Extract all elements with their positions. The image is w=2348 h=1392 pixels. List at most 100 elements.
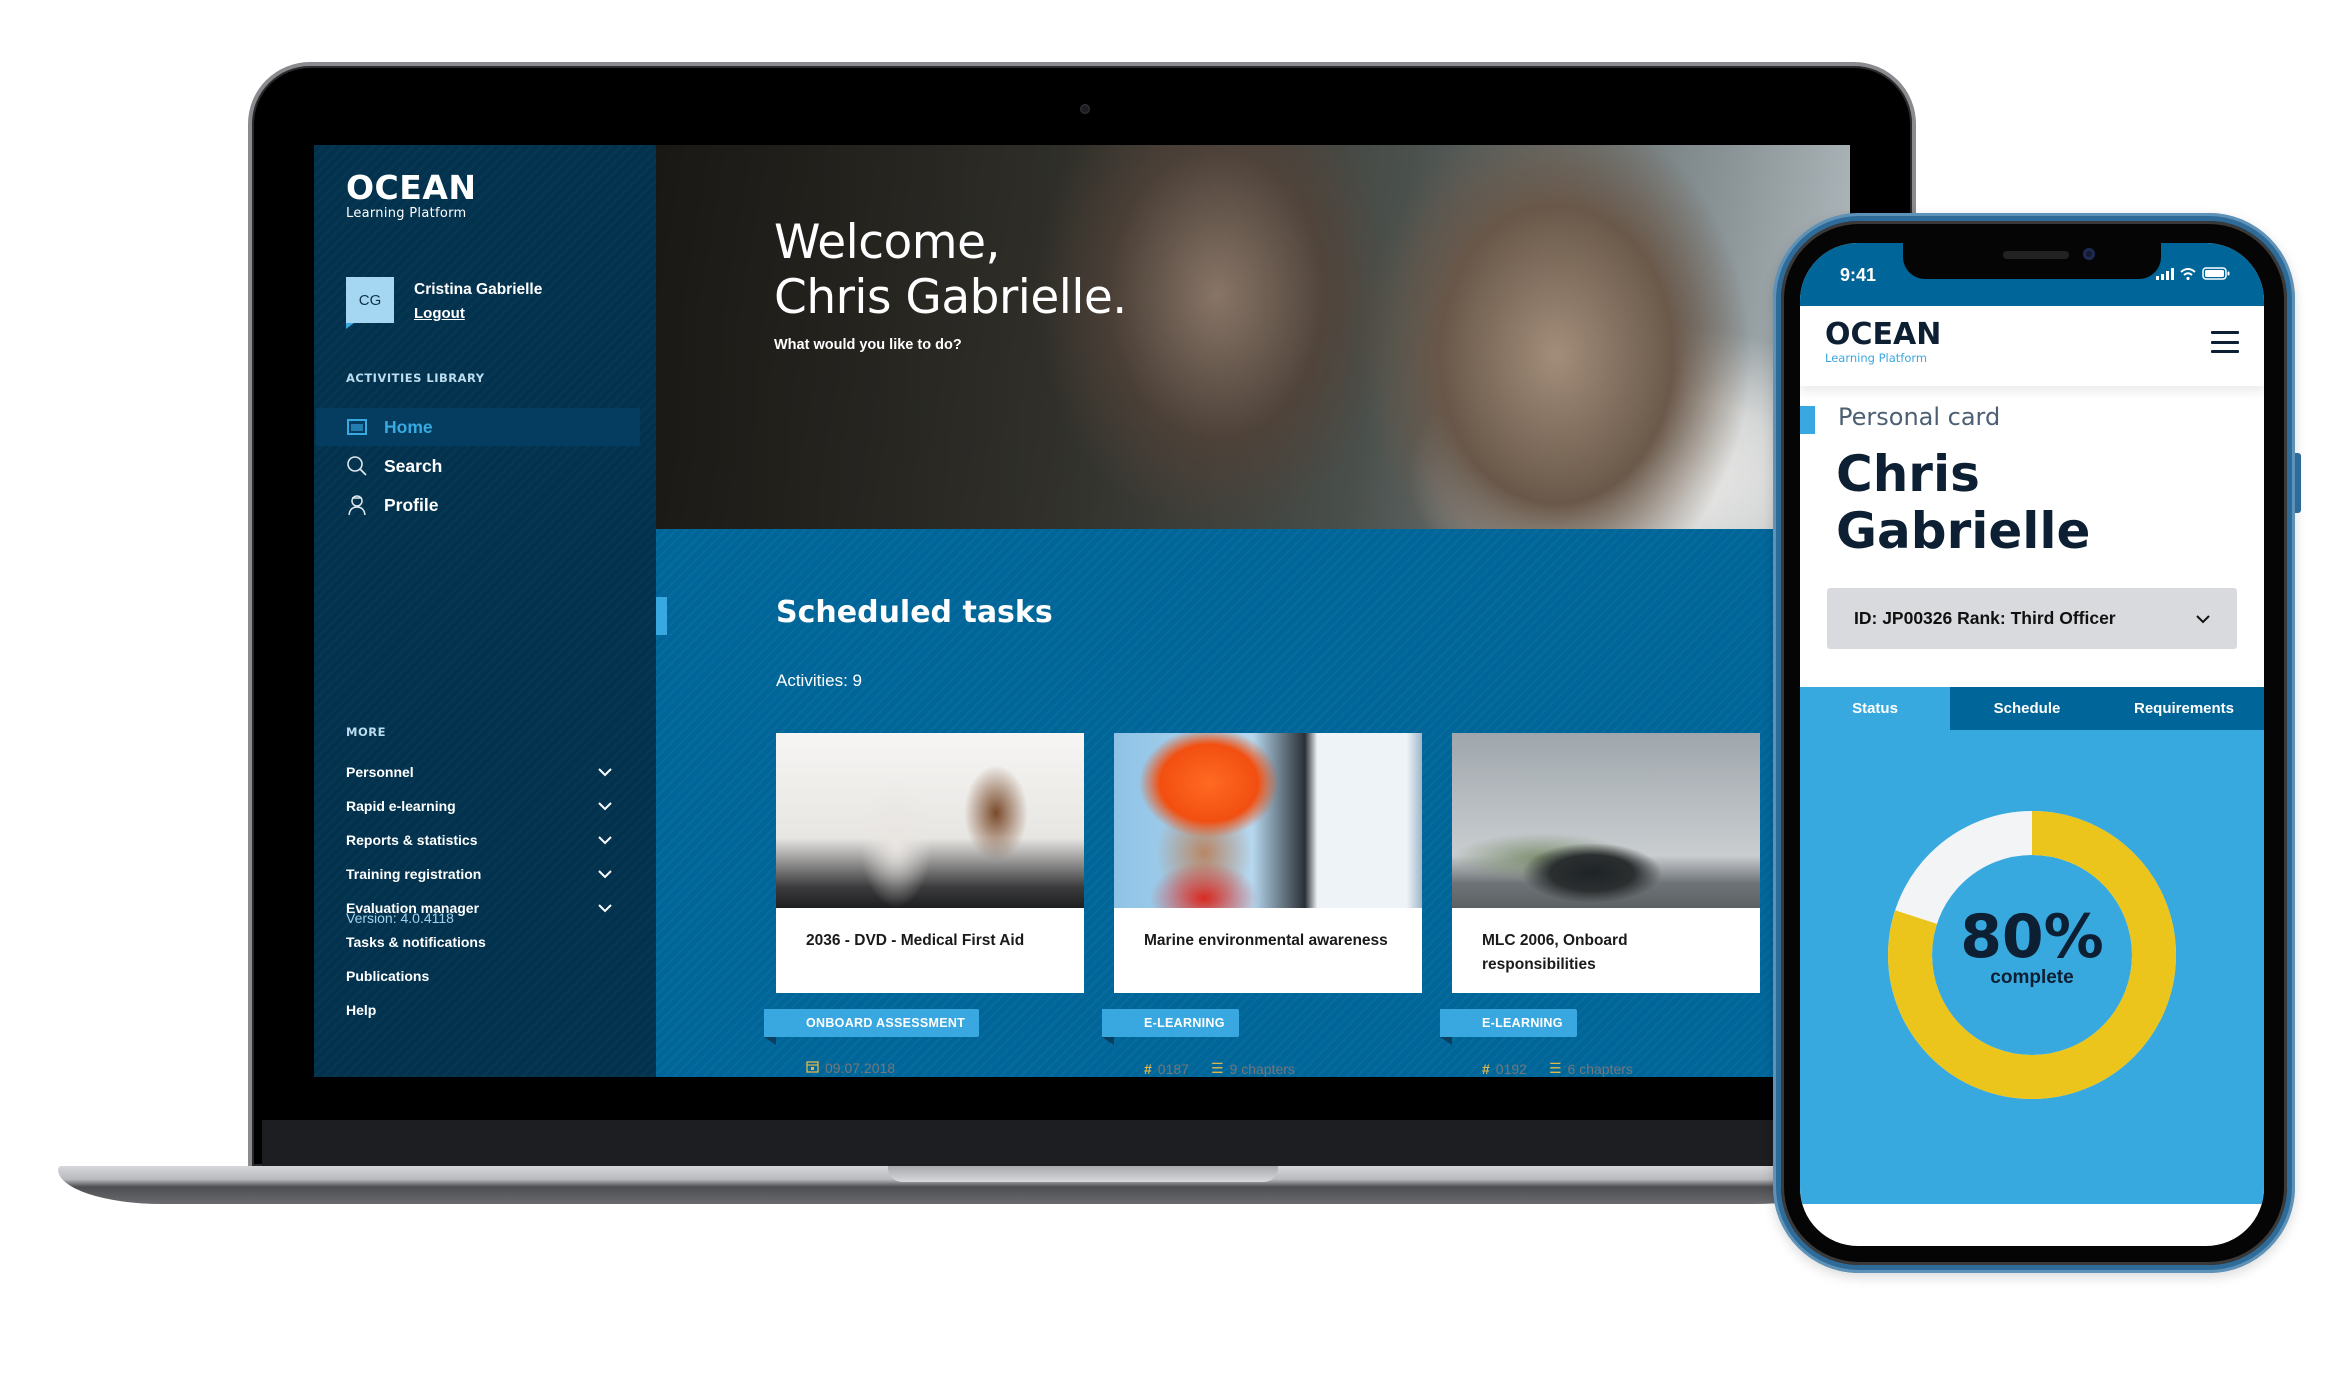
phone-frame: 9:41 OCEAN Learning Platform Personal ca… — [1773, 213, 2301, 1273]
tab-requirements[interactable]: Requirements — [2104, 687, 2264, 730]
card-meta: 09.07.2018 — [806, 1060, 895, 1076]
logo-wordmark: OCEAN — [1825, 317, 1942, 352]
card-date: 09.07.2018 — [825, 1060, 896, 1076]
sidebar-item-search[interactable]: Search — [316, 447, 640, 485]
user-name: Cristina Gabrielle — [414, 281, 543, 298]
signal-icon — [2156, 267, 2174, 280]
phone-camera — [2083, 248, 2095, 260]
phone-screen: 9:41 OCEAN Learning Platform Personal ca… — [1800, 243, 2264, 1246]
profile-icon — [346, 494, 368, 516]
welcome-line-1: Welcome, — [774, 215, 1000, 270]
card-type-badge: ONBOARD ASSESSMENT — [764, 1009, 980, 1045]
logo-wordmark: OCEAN — [346, 168, 477, 207]
sidebar: OCEAN Learning Platform CG Cristina Gabr… — [314, 145, 656, 1077]
hash-icon: # — [1144, 1060, 1152, 1077]
dropdown-value: ID: JP00326 Rank: Third Officer — [1854, 608, 2116, 628]
card-title: Marine environmental awareness — [1144, 932, 1388, 949]
menu-label: Tasks & notifications — [346, 934, 486, 950]
sidebar-item-profile[interactable]: Profile — [316, 486, 640, 524]
card-type-badge: E-LEARNING — [1440, 1009, 1577, 1045]
hero-banner: Welcome, Chris Gabrielle. What would you… — [656, 145, 1850, 529]
card-image-ship — [1452, 733, 1760, 908]
more-menu: Personnel Rapid e-learning Reports & sta… — [314, 755, 656, 1027]
chevron-down-icon — [598, 836, 612, 845]
card-meta: # 0187 ☰ 9 chapters — [1144, 1060, 1295, 1077]
sidebar-item-publications[interactable]: Publications — [314, 959, 656, 993]
menu-label: Help — [346, 1002, 377, 1018]
card-type-badge: E-LEARNING — [1102, 1009, 1239, 1045]
home-grid-icon — [346, 416, 368, 438]
card-title: MLC 2006, Onboard responsibilities — [1482, 932, 1628, 973]
sidebar-item-help[interactable]: Help — [314, 993, 656, 1027]
task-card[interactable]: MLC 2006, Onboard responsibilities E-LEA… — [1440, 733, 1760, 1077]
sidebar-item-personnel[interactable]: Personnel — [314, 755, 656, 789]
sidebar-item-tasks-notifications[interactable]: Tasks & notifications — [314, 925, 656, 959]
status-bar: 9:41 — [1800, 243, 2264, 306]
laptop-screen: OCEAN Learning Platform CG Cristina Gabr… — [314, 145, 1850, 1077]
personal-card-label: Personal card — [1838, 403, 2001, 431]
card-image-engineer — [1114, 733, 1422, 908]
version-label: Version: 4.0.4118 — [346, 910, 454, 926]
menu-label: Rapid e-learning — [346, 798, 456, 814]
logo-tagline: Learning Platform — [346, 206, 467, 221]
mobile-header: OCEAN Learning Platform — [1800, 306, 2264, 386]
hash-icon: # — [1482, 1060, 1490, 1077]
wifi-icon — [2180, 267, 2196, 280]
battery-icon — [2202, 267, 2230, 280]
card-chapters: 6 chapters — [1567, 1060, 1633, 1077]
chevron-down-icon — [598, 870, 612, 879]
tab-status[interactable]: Status — [1800, 687, 1950, 730]
menu-label: Personnel — [346, 764, 414, 780]
card-image-officers — [776, 733, 1084, 908]
hero-subtitle: What would you like to do? — [774, 337, 962, 353]
welcome-line-2: Chris Gabrielle. — [774, 270, 1127, 325]
mobile-logo[interactable]: OCEAN Learning Platform — [1825, 317, 1942, 366]
sidebar-item-home[interactable]: Home — [316, 408, 640, 446]
chevron-down-icon — [598, 802, 612, 811]
progress-caption: complete — [1990, 967, 2074, 988]
card-title: 2036 - DVD - Medical First Aid — [806, 932, 1025, 949]
section-marker — [1800, 406, 1815, 434]
phone-notch — [1903, 243, 2161, 279]
sidebar-item-training-registration[interactable]: Training registration — [314, 857, 656, 891]
chevron-down-icon — [2196, 614, 2210, 623]
avatar[interactable]: CG — [346, 277, 394, 329]
tab-schedule[interactable]: Schedule — [1950, 687, 2104, 730]
card-code: 0192 — [1495, 1060, 1527, 1077]
id-rank-dropdown[interactable]: ID: JP00326 Rank: Third Officer — [1827, 588, 2237, 649]
phone-side-button — [2295, 453, 2301, 513]
section-title: Scheduled tasks — [776, 595, 1053, 630]
card-meta: # 0192 ☰ 6 chapters — [1482, 1060, 1633, 1077]
ocean-logo[interactable]: OCEAN Learning Platform — [346, 171, 476, 221]
search-icon — [346, 455, 368, 477]
chevron-down-icon — [598, 768, 612, 777]
menu-label: Reports & statistics — [346, 832, 478, 848]
card-code: 0187 — [1157, 1060, 1189, 1077]
card-chapters: 9 chapters — [1229, 1060, 1295, 1077]
logo-tagline: Learning Platform — [1825, 351, 1928, 365]
sidebar-item-label: Profile — [384, 494, 439, 515]
list-icon: ☰ — [1548, 1060, 1562, 1076]
menu-label: Training registration — [346, 866, 482, 882]
primary-nav: Home Search Profile — [314, 408, 656, 525]
section-marker — [656, 597, 667, 635]
laptop-camera — [1080, 104, 1090, 114]
person-last-name: Gabrielle — [1836, 502, 2091, 560]
progress-value: 80% — [1960, 902, 2104, 972]
sidebar-item-label: Home — [384, 416, 433, 437]
calendar-icon — [806, 1060, 819, 1076]
logout-link[interactable]: Logout — [414, 305, 542, 322]
task-card[interactable]: 2036 - DVD - Medical First Aid ONBOARD A… — [764, 733, 1084, 1076]
activities-count: Activities: 9 — [776, 671, 862, 690]
phone-speaker — [2003, 251, 2069, 259]
hamburger-menu-icon[interactable] — [2211, 331, 2239, 353]
status-time: 9:41 — [1840, 265, 1877, 285]
laptop-hinge-notch — [888, 1166, 1278, 1182]
more-heading: MORE — [346, 725, 386, 739]
sidebar-item-rapid-e-learning[interactable]: Rapid e-learning — [314, 789, 656, 823]
progress-label: 80% complete — [1882, 805, 2182, 1105]
sidebar-item-reports-statistics[interactable]: Reports & statistics — [314, 823, 656, 857]
task-card[interactable]: Marine environmental awareness E-LEARNIN… — [1102, 733, 1422, 1077]
list-icon: ☰ — [1210, 1060, 1224, 1076]
mobile-tabs: Status Schedule Requirements — [1800, 687, 2264, 730]
